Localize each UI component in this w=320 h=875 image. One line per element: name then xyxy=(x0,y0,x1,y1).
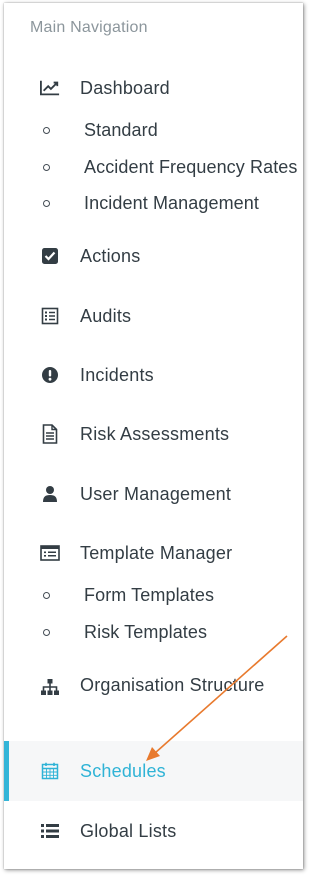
nav-item-audits-label: Audits xyxy=(80,305,132,326)
sub-item-standard[interactable]: Standard xyxy=(4,118,303,142)
calendar-icon xyxy=(40,761,60,781)
sub-item-form-templates-label: Form Templates xyxy=(84,584,215,605)
bullet-icon xyxy=(43,628,50,636)
nav-item-schedules-label: Schedules xyxy=(80,760,166,781)
nav-item-template-manager[interactable]: Template Manager xyxy=(4,540,303,566)
line-chart-icon xyxy=(40,78,60,98)
sitemap-icon xyxy=(40,677,60,697)
exclamation-circle-icon xyxy=(40,365,60,385)
nav-item-user-management-label: User Management xyxy=(80,483,232,504)
nav-item-template-manager-label: Template Manager xyxy=(80,542,233,563)
document-icon xyxy=(40,424,60,444)
sub-item-incident-management-label: Incident Management xyxy=(84,192,260,213)
nav-item-schedules[interactable]: Schedules xyxy=(4,758,303,784)
sub-item-incident-management[interactable]: Incident Management xyxy=(4,191,303,215)
nav-item-global-lists[interactable]: Global Lists xyxy=(4,818,303,844)
sub-item-risk-templates[interactable]: Risk Templates xyxy=(4,620,303,644)
nav-item-actions[interactable]: Actions xyxy=(4,243,303,269)
sub-item-accident-frequency-rates[interactable]: Accident Frequency Rates xyxy=(4,155,303,179)
sub-item-risk-templates-label: Risk Templates xyxy=(84,621,208,642)
bullet-icon xyxy=(43,199,50,207)
nav-item-user-management[interactable]: User Management xyxy=(4,481,303,507)
nav-item-incidents[interactable]: Incidents xyxy=(4,362,303,388)
nav-item-dashboard-label: Dashboard xyxy=(80,77,170,98)
bullet-icon xyxy=(43,591,50,599)
sub-item-accident-frequency-rates-label: Accident Frequency Rates xyxy=(84,156,298,177)
nav-item-audits[interactable]: Audits xyxy=(4,303,303,329)
user-icon xyxy=(40,484,60,504)
bullet-icon xyxy=(43,163,50,171)
main-navigation-panel: Main Navigation Dashboard Standard Accid… xyxy=(4,3,303,869)
nav-item-risk-assessments-label: Risk Assessments xyxy=(80,423,230,444)
nav-item-dashboard[interactable]: Dashboard xyxy=(4,75,303,101)
bullet-icon xyxy=(43,126,50,134)
list-alt-icon xyxy=(40,543,60,563)
nav-item-risk-assessments[interactable]: Risk Assessments xyxy=(4,421,303,447)
nav-item-organisation-structure-label: Organisation Structure xyxy=(80,675,265,695)
nav-item-organisation-structure[interactable]: Organisation Structure xyxy=(4,672,303,728)
checklist-icon xyxy=(40,306,60,326)
nav-item-actions-label: Actions xyxy=(80,245,141,266)
nav-item-global-lists-label: Global Lists xyxy=(80,820,177,841)
sub-item-standard-label: Standard xyxy=(84,119,158,140)
nav-heading: Main Navigation xyxy=(30,19,148,36)
check-square-icon xyxy=(40,246,60,266)
list-icon xyxy=(40,821,60,841)
sub-item-form-templates[interactable]: Form Templates xyxy=(4,583,303,607)
nav-item-incidents-label: Incidents xyxy=(80,364,154,385)
